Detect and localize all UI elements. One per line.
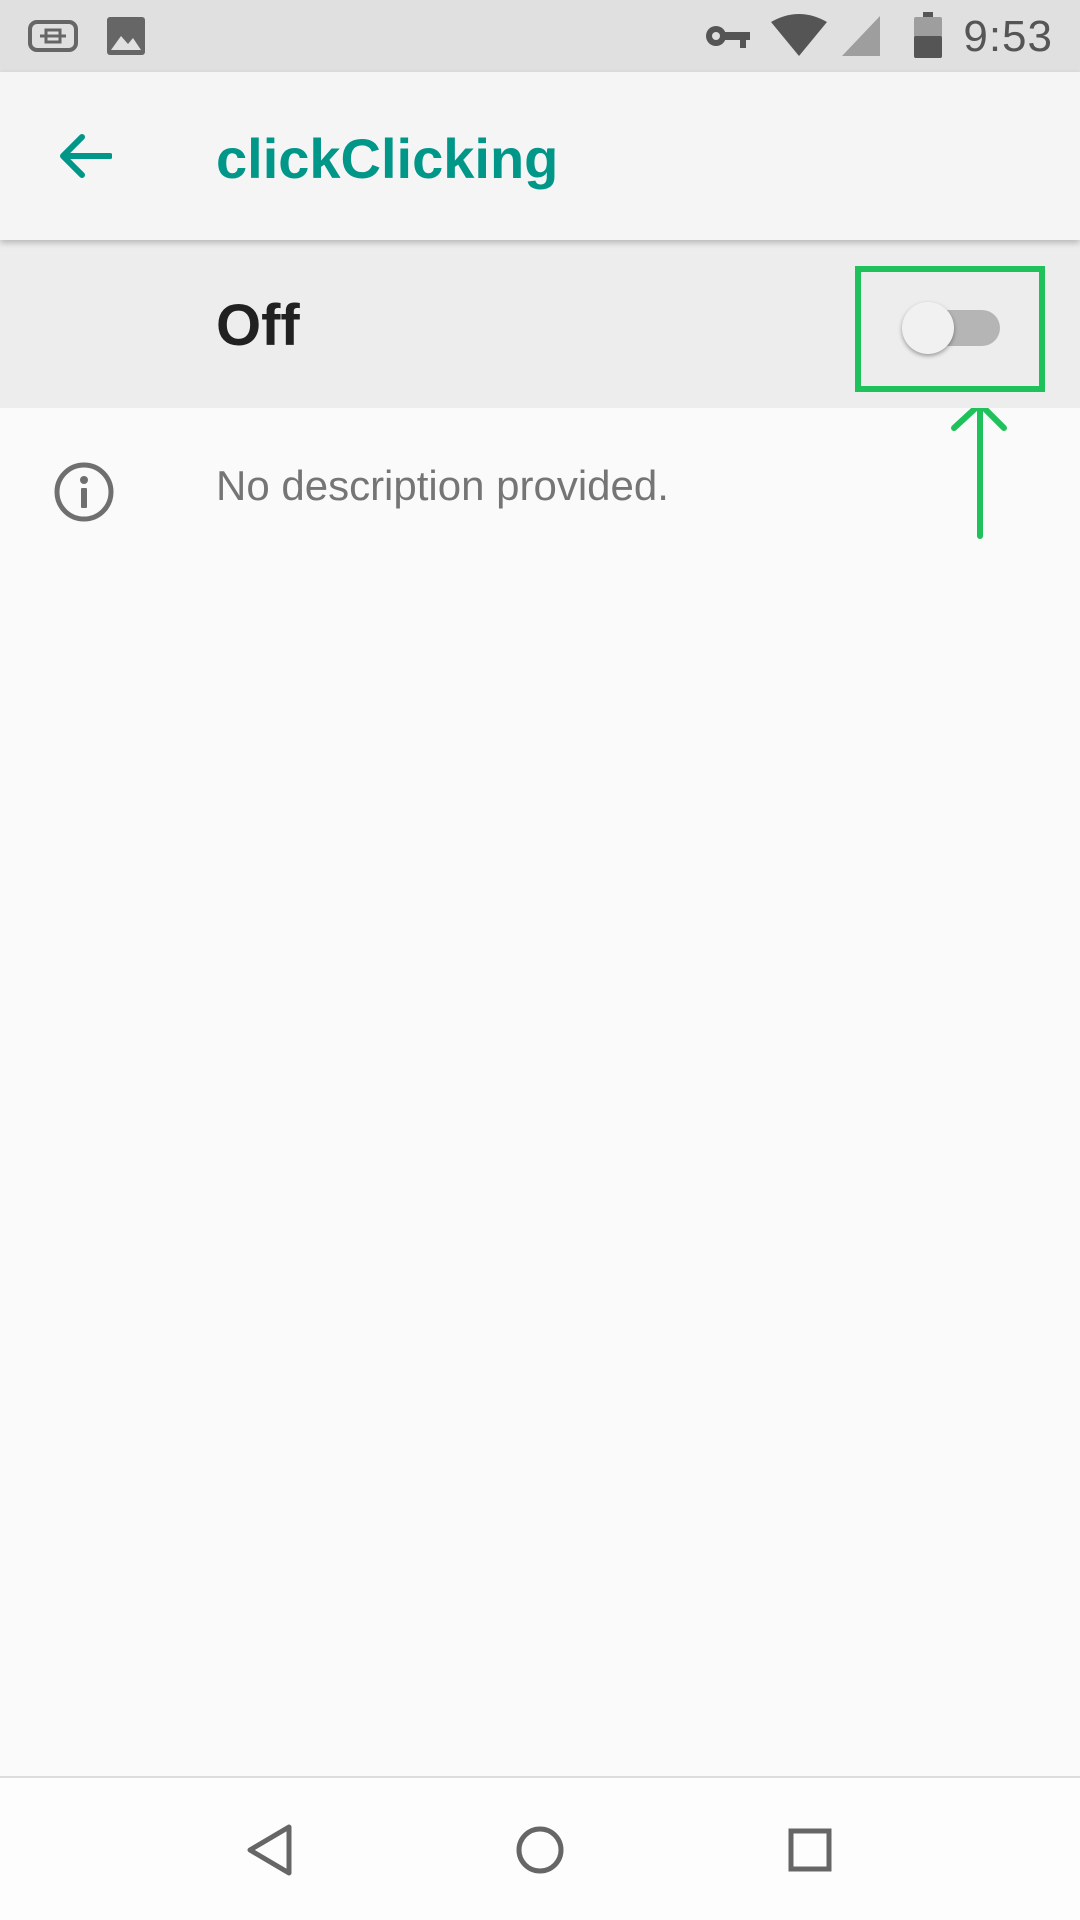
annotation-arrow-up-icon: [951, 401, 1007, 539]
switch-status-label: Off: [216, 293, 300, 358]
nav-recents-button[interactable]: [766, 1806, 854, 1894]
description-text: No description provided.: [216, 462, 669, 509]
sd-card-icon: [28, 20, 78, 52]
page-title: clickClicking: [216, 127, 559, 190]
back-triangle-icon: [247, 1824, 292, 1876]
battery-icon: [914, 12, 942, 58]
vpn-key-icon: [706, 26, 750, 48]
status-clock: 9:53: [963, 12, 1053, 61]
wifi-icon: [771, 14, 827, 56]
image-icon: [107, 17, 145, 55]
recents-square-icon: [788, 1828, 832, 1872]
nav-home-button[interactable]: [496, 1806, 584, 1894]
status-bar: 9:53: [0, 0, 1080, 72]
annotation-highlight-box: [855, 266, 1045, 392]
system-nav-bar: [0, 1776, 1080, 1920]
nav-back-button[interactable]: [226, 1806, 314, 1894]
app-bar: clickClicking: [0, 72, 1080, 240]
info-icon: [54, 462, 114, 522]
back-button[interactable]: [44, 116, 124, 196]
home-circle-icon: [516, 1826, 564, 1874]
arrow-back-icon: [60, 134, 112, 178]
cellular-signal-icon: [842, 16, 880, 56]
